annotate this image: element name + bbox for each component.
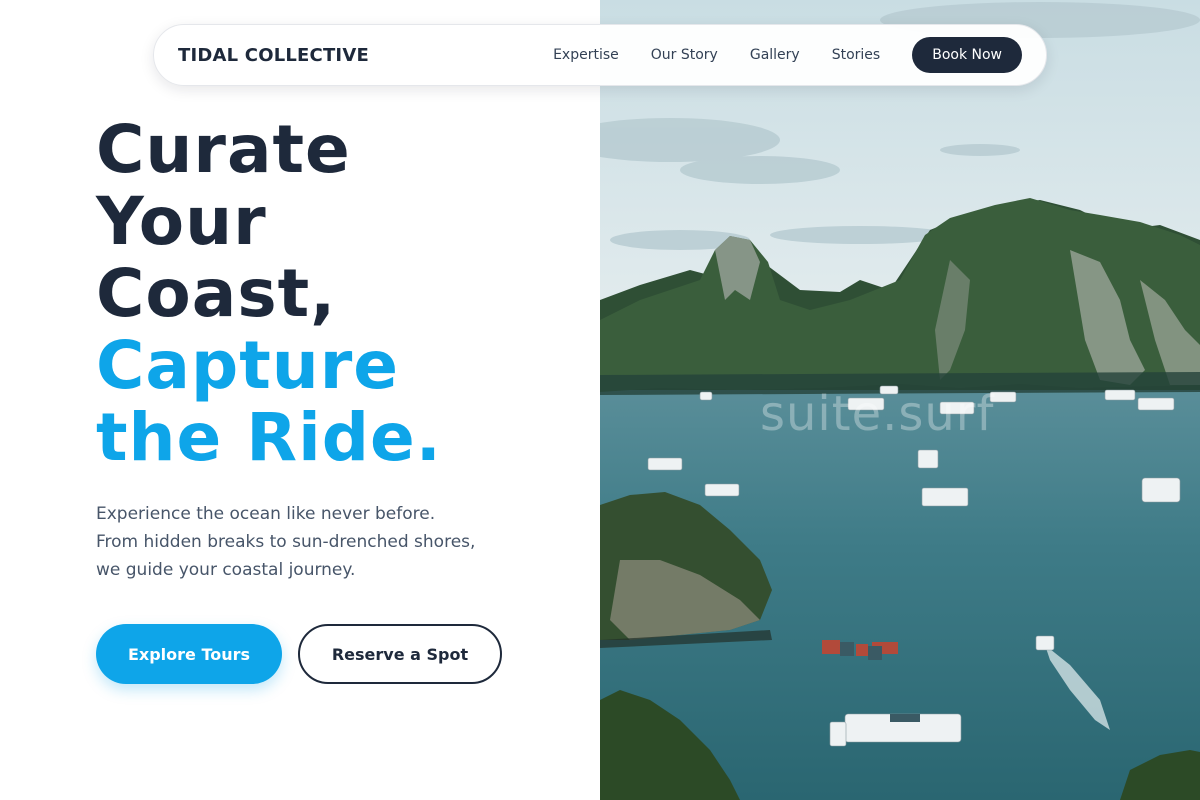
hero-subtitle: Experience the ocean like never before. … — [96, 500, 536, 584]
hero-subtitle-line: Experience the ocean like never before. — [96, 504, 436, 524]
reserve-spot-button[interactable]: Reserve a Spot — [298, 624, 502, 684]
hero-title-accent-line: Capture — [96, 327, 400, 404]
top-navbar: TIDAL COLLECTIVE Expertise Our Story Gal… — [153, 24, 1047, 86]
hero-title-line: Curate — [96, 111, 351, 188]
brand-logo[interactable]: TIDAL COLLECTIVE — [178, 45, 369, 66]
hero-title-accent-line: the Ride. — [96, 399, 442, 476]
hero-subtitle-line: From hidden breaks to sun-drenched shore… — [96, 532, 476, 552]
nav-links: Expertise Our Story Gallery Stories Book… — [553, 37, 1022, 73]
nav-link-gallery[interactable]: Gallery — [750, 47, 800, 63]
nav-link-expertise[interactable]: Expertise — [553, 47, 619, 63]
nav-link-stories[interactable]: Stories — [832, 47, 881, 63]
explore-tours-button[interactable]: Explore Tours — [96, 624, 282, 684]
watermark-text: suite.surf — [760, 386, 995, 442]
hero-title-line: Coast, — [96, 255, 337, 332]
book-now-button[interactable]: Book Now — [912, 37, 1022, 73]
hero-title: Curate Your Coast, Capture the Ride. — [96, 114, 442, 474]
hero-title-line: Your — [96, 183, 267, 260]
hero-subtitle-line: we guide your coastal journey. — [96, 560, 356, 580]
nav-link-our-story[interactable]: Our Story — [651, 47, 718, 63]
